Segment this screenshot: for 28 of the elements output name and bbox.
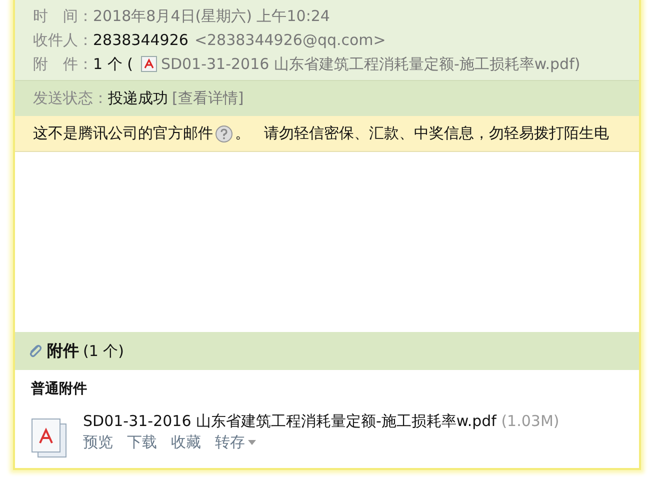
status-value: 投递成功 [108, 89, 168, 107]
attachment-link[interactable]: SD01-31-2016 山东省建筑工程消耗量定额-施工损耗率w.pdf) [160, 54, 580, 74]
file-action-link[interactable]: 下载 [127, 433, 157, 452]
caret-icon [248, 440, 256, 445]
field-label: 附 件： [33, 54, 93, 74]
field-value: 2018年8月4日(星期六) 上午10:24 [93, 6, 330, 26]
file-size: (1.03M) [501, 412, 560, 430]
field-value: 2838344926 [93, 31, 188, 49]
field-label: 时 间： [33, 6, 93, 26]
warning-period: 。 [235, 124, 250, 143]
field-value: 1 个 ( [93, 54, 133, 74]
help-icon[interactable] [215, 124, 233, 142]
attachments-title: 附件 [47, 340, 79, 362]
paperclip-icon [27, 343, 43, 359]
email-address: <2838344926@qq.com> [194, 31, 386, 49]
details-link[interactable]: [查看详情] [172, 89, 244, 107]
warning-text: 这不是腾讯公司的官方邮件 [33, 124, 213, 143]
group-title: 普通附件 [31, 380, 87, 398]
status-label: 发送状态： [33, 89, 108, 107]
file-name: SD01-31-2016 山东省建筑工程消耗量定额-施工损耗率w.pdf [83, 412, 496, 430]
file-action-link[interactable]: 预览 [83, 433, 113, 452]
pdf-icon [140, 56, 157, 72]
attachments-count: (1 个) [83, 342, 124, 360]
file-action-link[interactable]: 收藏 [171, 433, 201, 452]
file-action-link[interactable]: 转存 [215, 433, 256, 452]
field-label: 收件人： [33, 30, 93, 50]
warning-message: 请勿轻信密保、汇款、中奖信息，勿轻易拨打陌生电 [264, 124, 609, 143]
pdf-file-icon [31, 418, 67, 458]
